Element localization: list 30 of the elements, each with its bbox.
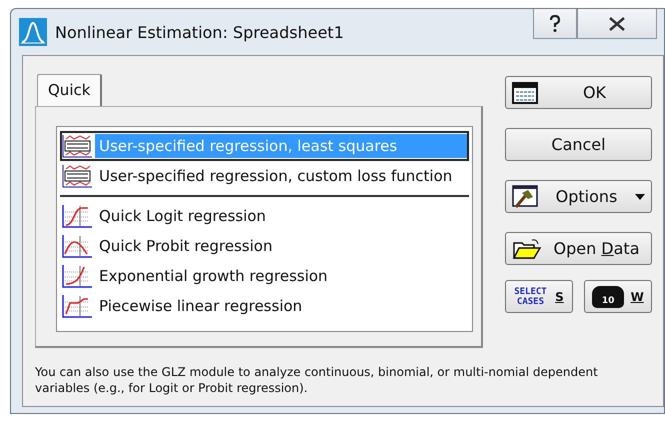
open-button[interactable]: Open Data [505,232,652,265]
caret-icon [635,194,645,200]
list-item[interactable]: Quick Logit regression [95,204,469,228]
tab[interactable]: Quick [37,74,102,106]
curve-chart-icon [62,204,92,228]
user-icon [62,134,92,158]
ok-button[interactable]: OK [505,76,652,109]
help-button[interactable] [533,9,577,39]
user-icon [62,164,92,188]
weight-button[interactable]: 10 W [584,280,652,313]
bell-curve-icon [62,234,92,258]
list-item[interactable]: Exponential growth regression [95,264,469,288]
folder-icon [512,238,542,260]
bell-curve-icon [19,18,47,46]
help-icon [549,14,561,32]
select-cases-icon: SELECT CASES [514,286,547,306]
hammer-icon [512,184,538,208]
close-icon [608,16,626,30]
options-button[interactable]: Options [505,180,652,213]
curve-chart-icon [62,264,92,288]
curve-chart-icon [62,294,92,318]
list-item[interactable]: Quick Probit regression [95,234,469,258]
close-button[interactable] [577,9,657,39]
cancel-button[interactable]: Cancel [505,128,652,161]
weight-icon: 10 [592,286,624,308]
table-icon [512,82,538,104]
list-item[interactable]: User-specified regression, custom loss function [95,164,469,188]
hint-text: You can also use the GLZ module to analyze continuous, binomial, or multi-nomial dependent variables (e.g., for Logit or Probit regression). [35,364,599,396]
list-item[interactable]: Piecewise linear regression [95,294,469,318]
window-title: Nonlinear Estimation: Spreadsheet1 [55,22,344,42]
